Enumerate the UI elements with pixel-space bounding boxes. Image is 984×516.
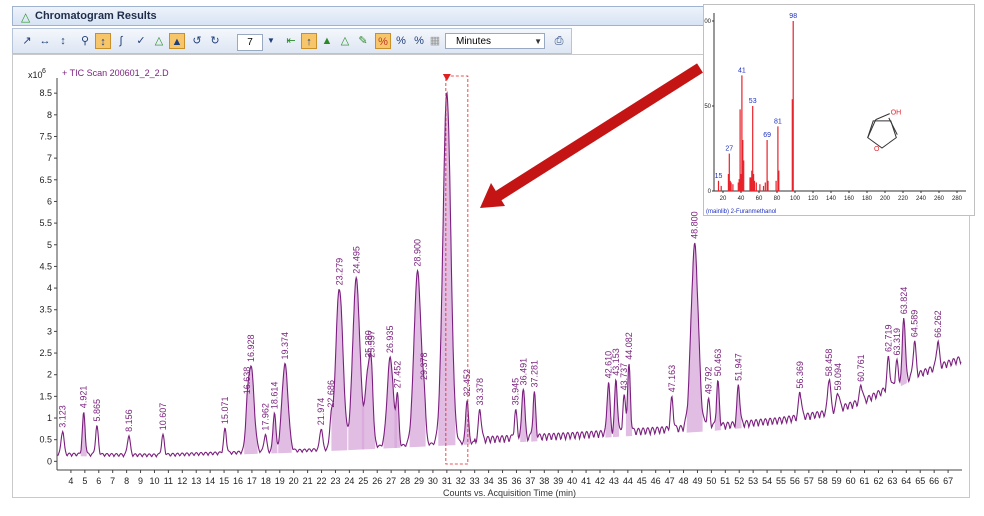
- spectrum-peak-label: 81: [774, 118, 782, 125]
- spectrum-caption: (mainlib) 2-Furanmethanol: [706, 209, 776, 215]
- spectrum-y-tick-label: 0: [708, 189, 712, 195]
- spectrum-x-tick-label: 220: [898, 196, 909, 202]
- molecule-structure: OH O: [867, 110, 902, 153]
- spectrum-x-tick-label: 120: [808, 196, 819, 202]
- spectrum-x-tick-label: 20: [720, 196, 727, 202]
- spectrum-peak-label: 69: [763, 132, 771, 139]
- spectrum-x-tick-label: 200: [880, 196, 891, 202]
- spectrum-x-tick-label: 60: [756, 196, 763, 202]
- spectrum-x-tick-label: 40: [738, 196, 745, 202]
- spectrum-peak-label: 98: [789, 13, 797, 20]
- spectrum-x-tick-label: 280: [952, 196, 963, 202]
- spectrum-x-tick-label: 100: [790, 196, 801, 202]
- spectrum-y-tick-label: 100: [704, 19, 712, 25]
- spectrum-x-tick-label: 140: [826, 196, 837, 202]
- spectrum-x-tick-label: 80: [774, 196, 781, 202]
- spectrum-x-tick-label: 180: [862, 196, 873, 202]
- spectrum-x-tick-label: 260: [934, 196, 945, 202]
- mass-spectrum-inset: 0 50 100 20 40 60 80 100 120 140 160 180 200 220 240 26…: [703, 4, 975, 216]
- spectrum-peak-label: 27: [725, 146, 733, 153]
- spectrum-peak-label: 53: [749, 98, 757, 105]
- spectrum-peak-label: 41: [738, 67, 746, 74]
- spectrum-x-tick-label: 240: [916, 196, 927, 202]
- spectrum-x-tick-label: 160: [844, 196, 855, 202]
- hydroxyl-label: OH: [891, 110, 902, 117]
- ch2-bond: [867, 119, 877, 138]
- spectrum-y-tick-label: 50: [704, 104, 711, 110]
- ring-double-bond: [888, 117, 898, 135]
- ring-oxygen-label: O: [874, 146, 880, 153]
- spectrum-peak-label: 15: [715, 173, 723, 180]
- oh-bond: [875, 113, 890, 121]
- mass-spectrum-chart: 0 50 100 20 40 60 80 100 120 140 160 180 200 220 240 26…: [704, 13, 966, 215]
